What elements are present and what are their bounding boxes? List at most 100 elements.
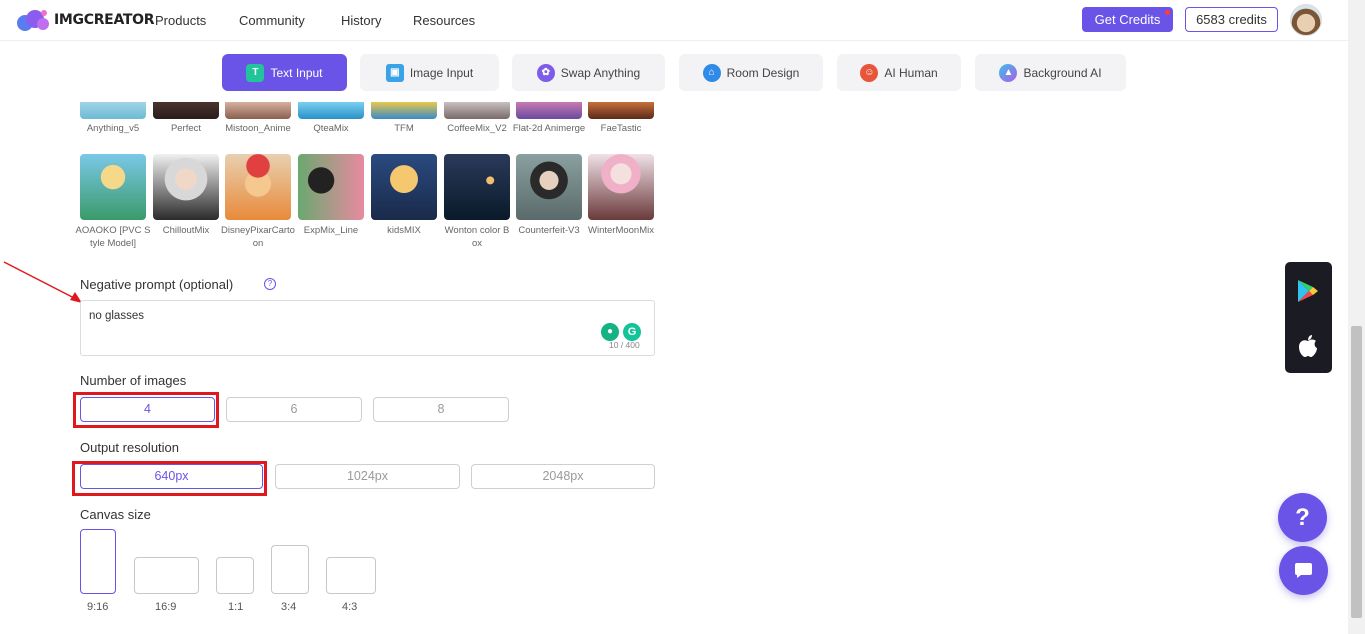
canvas-option-16-9[interactable] (134, 557, 199, 594)
nav-community[interactable]: Community (239, 13, 305, 28)
model-thumb-disneypixarcartoon[interactable] (225, 154, 291, 220)
model-label: Wonton color Box (444, 225, 510, 249)
output-resolution-label: Output resolution (80, 440, 180, 455)
notification-dot (1165, 10, 1170, 15)
tab-background-ai[interactable]: ▲ Background AI (975, 54, 1126, 91)
negative-prompt-value: no glasses (89, 310, 144, 322)
logo-icon (17, 10, 49, 31)
canvas-option-1-1[interactable] (216, 557, 254, 594)
chat-icon (1295, 563, 1312, 578)
canvas-option-3-4[interactable] (271, 545, 309, 594)
tab-text-input[interactable]: T Text Input (222, 54, 347, 91)
model-label: AOAOKO [PVC Style Model] (75, 225, 151, 249)
model-label: Anything_v5 (86, 123, 140, 134)
question-icon: ? (1295, 504, 1310, 531)
model-label: WinterMoonMix (588, 225, 654, 236)
brand-name: IMGCREATOR (54, 12, 155, 28)
canvas-label: 4:3 (342, 601, 358, 613)
get-credits-label: Get Credits (1094, 12, 1161, 27)
credits-balance[interactable]: 6583 credits (1185, 7, 1278, 32)
text-input-icon: T (246, 63, 265, 82)
model-thumb-chilloutmix[interactable] (153, 154, 219, 220)
google-play-icon[interactable] (1297, 279, 1319, 303)
tab-swap-anything-label: Swap Anything (560, 65, 641, 80)
tab-image-input[interactable]: ▣ Image Input (360, 54, 499, 91)
number-of-images-label: Number of images (80, 373, 187, 388)
tab-swap-anything[interactable]: ✿ Swap Anything (512, 54, 665, 91)
model-label: Flat-2d Animerge (512, 123, 586, 134)
model-thumb[interactable] (516, 102, 582, 119)
character-counter: 10 / 400 (609, 340, 640, 350)
tab-image-input-label: Image Input (409, 65, 474, 80)
tab-text-input-label: Text Input (270, 65, 323, 80)
tab-ai-human-label: AI Human (884, 65, 938, 80)
tab-room-design-label: Room Design (726, 65, 800, 80)
model-thumb[interactable] (371, 102, 437, 119)
resolution-option-1024[interactable]: 1024px (275, 464, 460, 489)
tab-background-ai-label: Background AI (1023, 65, 1102, 80)
model-thumb-expmix-line[interactable] (298, 154, 364, 220)
resolution-option-2048[interactable]: 2048px (471, 464, 655, 489)
top-navigation-bar: IMGCREATOR Products Community History Re… (0, 0, 1348, 41)
canvas-label: 16:9 (155, 601, 177, 613)
model-label: Mistoon_Anime (225, 123, 291, 134)
grammarly-icon[interactable]: G (623, 323, 641, 341)
model-thumb[interactable] (153, 102, 219, 119)
model-label: Perfect (170, 123, 202, 134)
get-credits-button[interactable]: Get Credits (1082, 7, 1173, 32)
nav-products[interactable]: Products (155, 13, 206, 28)
model-label: ExpMix_Line (303, 225, 359, 236)
model-thumb-wonton-color-box[interactable] (444, 154, 510, 220)
room-icon: ⌂ (702, 63, 721, 82)
canvas-option-4-3[interactable] (326, 557, 376, 594)
tab-room-design[interactable]: ⌂ Room Design (679, 54, 823, 91)
swap-icon: ✿ (536, 63, 555, 82)
model-thumb[interactable] (444, 102, 510, 119)
scrollbar-thumb[interactable] (1351, 326, 1362, 618)
nav-resources[interactable]: Resources (413, 13, 475, 28)
help-icon[interactable]: ? (264, 278, 276, 290)
model-thumb[interactable] (80, 102, 146, 119)
model-label: TFM (394, 123, 414, 134)
human-icon: ☺ (860, 63, 879, 82)
annotation-arrow (3, 261, 82, 303)
canvas-label: 9:16 (87, 601, 109, 613)
model-thumb[interactable] (225, 102, 291, 119)
model-label: QteaMix (313, 123, 349, 134)
page: IMGCREATOR Products Community History Re… (0, 0, 1365, 634)
highlight-box (73, 392, 219, 428)
apple-icon[interactable] (1298, 334, 1318, 358)
highlight-box (72, 461, 267, 496)
model-thumb-counterfeit-v3[interactable] (516, 154, 582, 220)
page-scrollbar[interactable] (1348, 0, 1365, 634)
canvas-label: 3:4 (281, 601, 297, 613)
canvas-size-label: Canvas size (80, 507, 151, 522)
chat-button[interactable] (1279, 546, 1328, 595)
nav-history[interactable]: History (341, 13, 381, 28)
model-label: kidsMIX (387, 225, 421, 236)
images-option-6[interactable]: 6 (226, 397, 362, 422)
model-thumb[interactable] (298, 102, 364, 119)
model-thumb-aoaoko[interactable] (80, 154, 146, 220)
tab-ai-human[interactable]: ☺ AI Human (837, 54, 961, 91)
model-label: ChilloutMix (162, 225, 210, 236)
model-label: FaeTastic (600, 123, 642, 134)
model-label: DisneyPixarCartoon (221, 225, 295, 249)
model-thumb-kidsmix[interactable] (371, 154, 437, 220)
model-thumb[interactable] (588, 102, 654, 119)
model-thumb-wintermoonmix[interactable] (588, 154, 654, 220)
image-input-icon: ▣ (385, 63, 404, 82)
background-icon: ▲ (999, 63, 1018, 82)
app-download-panel (1285, 262, 1332, 373)
model-label: CoffeeMix_V2 (447, 123, 507, 134)
canvas-label: 1:1 (228, 601, 244, 613)
model-label: Counterfeit-V3 (518, 225, 580, 236)
location-pin-icon[interactable]: ● (601, 323, 619, 341)
images-option-8[interactable]: 8 (373, 397, 509, 422)
negative-prompt-label: Negative prompt (optional) (80, 277, 234, 292)
user-avatar[interactable] (1290, 4, 1322, 36)
help-button[interactable]: ? (1278, 493, 1327, 542)
negative-prompt-input[interactable]: no glasses (80, 300, 655, 356)
imgcreator-logo[interactable]: IMGCREATOR (16, 8, 155, 32)
canvas-option-9-16[interactable] (80, 529, 116, 594)
